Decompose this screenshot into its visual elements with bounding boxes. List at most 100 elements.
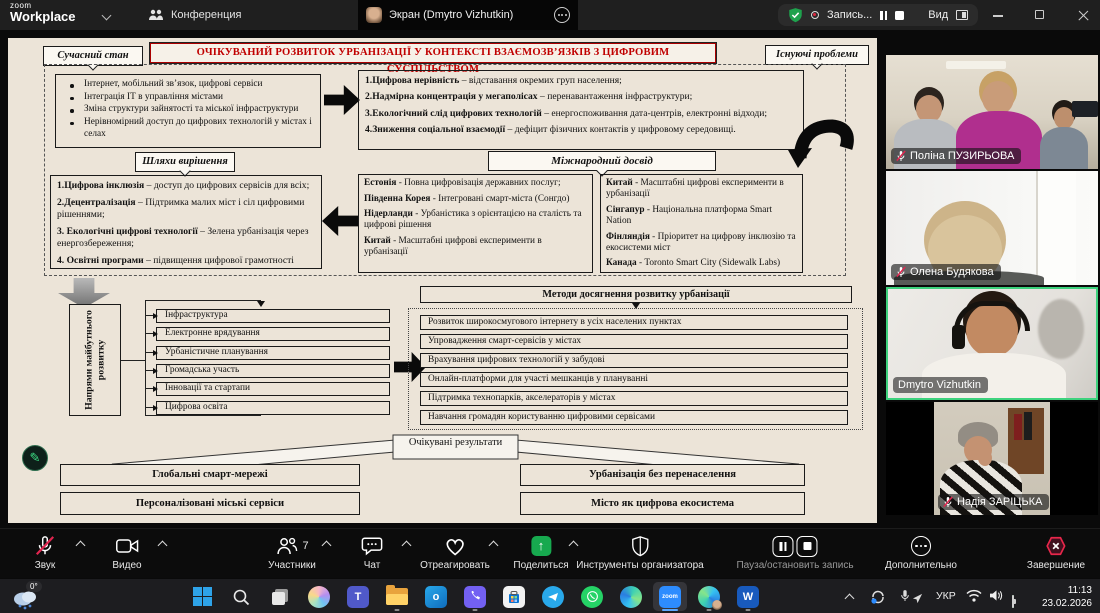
- word-button[interactable]: W: [731, 582, 765, 611]
- annotation-pencil-button[interactable]: ✎: [22, 445, 48, 471]
- pause-stop-recording-control[interactable]: Пауза/остановить запись: [736, 535, 853, 571]
- minimize-button[interactable]: [993, 15, 1003, 17]
- country-item: Нідерланди - Урбаністика з орієнтацією н…: [364, 209, 587, 231]
- participant-video-polina[interactable]: Поліна ПУЗИРЬОВА: [886, 55, 1098, 169]
- headphone-earcup: [952, 325, 965, 349]
- country-item: Китай - Масштабні цифрові експерименти в…: [364, 236, 587, 258]
- battery-charging-icon[interactable]: [1012, 595, 1014, 608]
- audio-options-chevron[interactable]: [76, 541, 86, 551]
- weather-widget[interactable]: 0°: [10, 583, 56, 611]
- store-icon: [503, 586, 525, 608]
- zoom-workplace-logo: zoom Workplace: [10, 2, 76, 23]
- solutions-box: 1.Цифрова інклюзія – доступ до цифрових …: [50, 175, 322, 269]
- file-explorer-button[interactable]: [380, 582, 414, 611]
- language-indicator[interactable]: УКР: [936, 590, 956, 602]
- participant-video-nadiia[interactable]: Надія ЗАРІЦЬКА: [886, 402, 1098, 515]
- participant-name-label: Поліна ПУЗИРЬОВА: [891, 148, 1021, 164]
- search-button[interactable]: [224, 582, 258, 611]
- tab-screen-share[interactable]: Экран (Dmytro Vizhutkin): [358, 0, 578, 30]
- country-item: Канада - Toronto Smart City (Sidewalk La…: [606, 258, 797, 269]
- participant-video-dmytro-active-speaker[interactable]: Dmytro Vizhutkin: [886, 287, 1098, 400]
- zoom-app-button-active[interactable]: zoom: [653, 582, 687, 611]
- current-state-box: Інтернет, мобільний зв’язок, цифрові сер…: [55, 74, 321, 148]
- teams-button[interactable]: T: [341, 582, 375, 611]
- mute-button[interactable]: Звук: [34, 535, 56, 571]
- share-label: Поделиться: [513, 560, 568, 571]
- task-view-button[interactable]: [263, 582, 297, 611]
- chat-options-chevron[interactable]: [402, 541, 412, 551]
- wifi-icon[interactable]: [966, 589, 982, 605]
- telegram-button[interactable]: [536, 582, 570, 611]
- copilot-button[interactable]: [302, 582, 336, 611]
- stop-recording-button[interactable]: [895, 11, 904, 20]
- current-state-item: Інтернет, мобільний зв’язок, цифрові сер…: [60, 78, 316, 91]
- tray-overflow-chevron[interactable]: [845, 594, 855, 604]
- person-silhouette: [1040, 127, 1088, 169]
- heart-icon: [443, 535, 467, 557]
- method-item: Розвиток широкосмугового інтернету в усі…: [420, 315, 848, 330]
- ellipsis-icon: [911, 536, 931, 556]
- edge-icon: [620, 586, 642, 608]
- more-button[interactable]: Дополнительно: [885, 535, 957, 571]
- security-shield-icon[interactable]: [788, 7, 803, 23]
- more-label: Дополнительно: [885, 560, 957, 571]
- outlook-button[interactable]: o: [419, 582, 453, 611]
- window-titlebar: zoom Workplace Конференция Экран (Dmytro…: [0, 0, 1100, 30]
- chevron-down-icon[interactable]: [102, 11, 112, 21]
- pause-recording-button[interactable]: [880, 11, 887, 20]
- share-screen-button[interactable]: ↑ Поделиться: [513, 535, 568, 571]
- video-button[interactable]: Видео: [112, 535, 141, 571]
- connector-arrow-down: [257, 301, 265, 307]
- stop-recording-icon[interactable]: [797, 536, 818, 557]
- start-button[interactable]: [185, 582, 219, 611]
- participant-video-olena[interactable]: Олена Будякова: [886, 171, 1098, 285]
- tray-date: 23.02.2026: [1042, 597, 1092, 610]
- word-icon: W: [737, 586, 759, 608]
- mic-in-use-icon[interactable]: [900, 589, 910, 606]
- view-label[interactable]: Вид: [928, 9, 948, 21]
- viber-button[interactable]: [458, 582, 492, 611]
- edge-profile-button[interactable]: [692, 582, 726, 611]
- solution-item: 4. Освітні програми – підвищення цифрово…: [57, 255, 315, 267]
- zoom-window: zoom Workplace Конференция Экран (Dmytro…: [0, 0, 1100, 613]
- location-in-use-icon[interactable]: [912, 593, 923, 607]
- speaker-icon[interactable]: [989, 589, 1004, 605]
- video-options-chevron[interactable]: [158, 541, 168, 551]
- logo-workplace-text: Workplace: [10, 10, 76, 23]
- solutions-label: Шляхи вирішення: [135, 152, 235, 172]
- participants-options-chevron[interactable]: [322, 541, 332, 551]
- person-silhouette: [1054, 107, 1074, 129]
- method-item: Навчання громадян користуванню цифровими…: [420, 410, 848, 425]
- mic-muted-icon: [896, 266, 906, 278]
- recording-label: Запись...: [827, 9, 872, 21]
- book: [1014, 414, 1022, 440]
- host-tools-button[interactable]: Инструменты организатора: [576, 535, 703, 571]
- react-button[interactable]: Отреагировать: [420, 535, 490, 571]
- shared-screen-slide: ОЧІКУВАНИЙ РОЗВИТОК УРБАНІЗАЦІЇ У КОНТЕК…: [8, 38, 877, 523]
- tab-conference[interactable]: Конференция: [148, 0, 241, 30]
- end-meeting-button[interactable]: Завершение: [1027, 535, 1085, 571]
- chat-label: Чат: [364, 560, 381, 571]
- end-meeting-label: Завершение: [1027, 560, 1085, 571]
- whatsapp-icon: [581, 586, 603, 608]
- microsoft-store-button[interactable]: [497, 582, 531, 611]
- country-item: Естонія - Повна цифровізація державних п…: [364, 178, 587, 189]
- background-object: [1038, 299, 1084, 359]
- maximize-button[interactable]: [1035, 10, 1044, 19]
- folder-icon: [386, 588, 408, 605]
- onedrive-sync-icon[interactable]: [870, 590, 886, 607]
- pause-recording-icon[interactable]: [773, 536, 794, 557]
- whatsapp-button[interactable]: [575, 582, 609, 611]
- current-state-item: Зміна структури зайнятості та міської ін…: [60, 103, 316, 116]
- participants-button[interactable]: 7 Участники: [268, 535, 316, 571]
- edge-button[interactable]: [614, 582, 648, 611]
- method-item: Підтримка технопарків, акселераторів у м…: [420, 391, 848, 406]
- recording-controls: Запись... Вид: [778, 4, 978, 26]
- react-options-chevron[interactable]: [489, 541, 499, 551]
- tab-options-icon[interactable]: [554, 7, 570, 23]
- chat-button[interactable]: Чат: [361, 535, 383, 571]
- view-layout-icon[interactable]: [956, 10, 968, 20]
- headphones: [954, 301, 1030, 331]
- clock[interactable]: 11:13 23.02.2026: [1042, 584, 1092, 610]
- direction-item: Електронне врядування: [156, 327, 390, 341]
